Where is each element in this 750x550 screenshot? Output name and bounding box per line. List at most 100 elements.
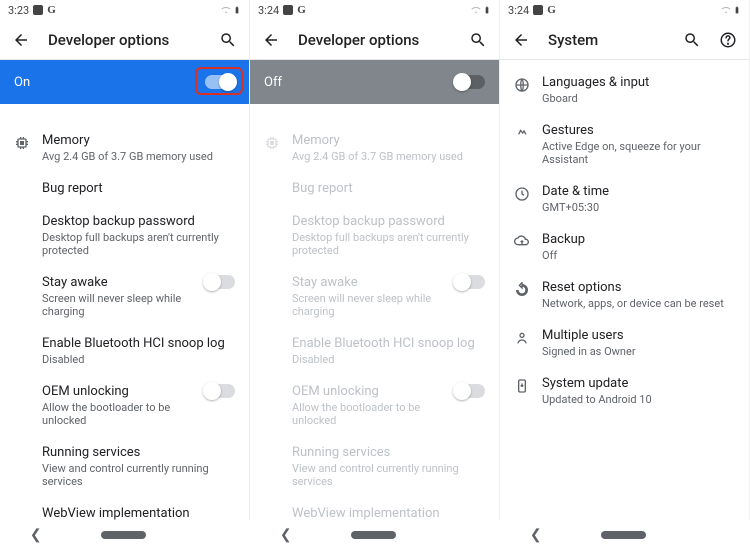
item-title: Desktop backup password [42, 214, 235, 229]
item-subtitle: Screen will never sleep while charging [42, 292, 193, 318]
back-icon[interactable] [262, 31, 280, 49]
item-title: Reset options [542, 280, 735, 295]
page-title: System [548, 31, 665, 49]
list-item[interactable]: Stay awake Screen will never sleep while … [0, 266, 249, 327]
nav-back-icon[interactable]: ❮ [280, 527, 292, 543]
help-icon[interactable] [719, 31, 737, 49]
user-icon [514, 330, 530, 346]
item-title: Bug report [292, 181, 485, 196]
list-item[interactable]: Reset options Network, apps, or device ca… [500, 271, 749, 319]
item-title: Gestures [542, 123, 735, 138]
list-item[interactable]: Desktop backup passwordDesktop full back… [0, 205, 249, 266]
settings-list: Memory Avg 2.4 GB of 3.7 GB memory used B… [250, 124, 499, 550]
list-item[interactable]: Bug report [0, 172, 249, 205]
list-item[interactable]: Date & timeGMT+05:30 [500, 175, 749, 223]
list-item: OEM unlocking Allow the bootloader to be … [250, 375, 499, 436]
item-title: Memory [42, 133, 235, 148]
list-item: Desktop backup passwordDesktop full back… [250, 205, 499, 266]
app-bar: System [500, 20, 749, 60]
switch-icon [455, 75, 485, 89]
list-item: Bug report [250, 172, 499, 205]
status-bar: 3:24 G [250, 0, 499, 20]
list-item[interactable]: BackupOff [500, 223, 749, 271]
backup-icon [514, 234, 530, 250]
item-title: OEM unlocking [292, 384, 443, 399]
clock-icon [514, 186, 530, 202]
item-title: Date & time [542, 184, 735, 199]
search-icon[interactable] [219, 31, 237, 49]
item-title: System update [542, 376, 735, 391]
item-title: Memory [292, 133, 485, 148]
nav-back-icon[interactable]: ❮ [530, 527, 542, 543]
item-subtitle: Active Edge on, squeeze for your Assista… [542, 140, 735, 166]
battery-icon [733, 5, 741, 15]
nav-back-icon[interactable]: ❮ [30, 527, 42, 543]
list-item[interactable]: Memory Avg 2.4 GB of 3.7 GB memory used [0, 124, 249, 172]
item-subtitle: Disabled [292, 353, 485, 366]
item-subtitle: Avg 2.4 GB of 3.7 GB memory used [292, 150, 485, 163]
item-subtitle: Signed in as Owner [542, 345, 735, 358]
list-item[interactable]: Languages & inputGboard [500, 66, 749, 114]
list-item: Enable Bluetooth HCI snoop log Disabled [250, 327, 499, 375]
list-item[interactable]: Enable Bluetooth HCI snoop logDisabled [0, 327, 249, 375]
list-item[interactable]: System update Updated to Android 10 [500, 367, 749, 415]
list-item: Stay awake Screen will never sleep while … [250, 266, 499, 327]
nav-home-pill[interactable] [351, 531, 396, 539]
list-item[interactable]: Multiple users Signed in as Owner [500, 319, 749, 367]
search-icon[interactable] [469, 31, 487, 49]
google-icon: G [297, 4, 306, 16]
list-item[interactable]: Running servicesView and control current… [0, 436, 249, 497]
nav-bar: ❮ [0, 520, 250, 550]
page-title: Developer options [298, 31, 451, 49]
nav-bar: ❮ [500, 520, 750, 550]
switch-icon [205, 75, 235, 89]
toggle-icon[interactable] [205, 275, 235, 289]
master-toggle[interactable]: Off [250, 60, 499, 104]
item-title: Languages & input [542, 75, 735, 90]
nav-bar-row: ❮ ❮ ❮ [0, 520, 750, 550]
search-icon[interactable] [683, 31, 701, 49]
battery-icon [483, 5, 491, 15]
toggle-icon [455, 275, 485, 289]
memory-icon [14, 135, 30, 151]
clock-text: 3:23 [8, 4, 29, 17]
item-title: Multiple users [542, 328, 735, 343]
item-title: WebView implementation [292, 506, 485, 521]
item-subtitle: Allow the bootloader to be unlocked [292, 401, 443, 427]
item-title: Stay awake [292, 275, 443, 290]
item-subtitle: Allow the bootloader to be unlocked [42, 401, 193, 427]
nav-home-pill[interactable] [601, 531, 646, 539]
back-icon[interactable] [12, 31, 30, 49]
item-subtitle: Avg 2.4 GB of 3.7 GB memory used [42, 150, 235, 163]
google-icon: G [47, 4, 56, 16]
item-title: Enable Bluetooth HCI snoop log [42, 336, 235, 351]
list-item[interactable]: Gestures Active Edge on, squeeze for your… [500, 114, 749, 175]
panel-developer-on: 3:23 G Developer options On MemoryAvg 2.… [0, 0, 250, 550]
memory-icon [264, 135, 280, 151]
gestures-icon [514, 125, 530, 141]
wifi-icon [721, 5, 731, 15]
panel-system: 3:24 G System Languages & inputGboard Ge… [500, 0, 750, 550]
item-title: Running services [42, 445, 235, 460]
item-title: Stay awake [42, 275, 193, 290]
nav-home-pill[interactable] [101, 531, 146, 539]
item-title: Enable Bluetooth HCI snoop log [292, 336, 485, 351]
item-subtitle: Updated to Android 10 [542, 393, 735, 406]
back-icon[interactable] [512, 31, 530, 49]
list-item[interactable]: OEM unlockingAllow the bootloader to be … [0, 375, 249, 436]
toggle-icon [455, 384, 485, 398]
update-icon [514, 378, 530, 394]
list-item: Memory Avg 2.4 GB of 3.7 GB memory used [250, 124, 499, 172]
item-subtitle: Desktop full backups aren't currently pr… [292, 231, 485, 257]
reset-icon [514, 282, 530, 298]
language-icon [514, 77, 530, 93]
panel-developer-off: 3:24 G Developer options Off Memory Avg 2… [250, 0, 500, 550]
google-icon: G [547, 4, 556, 16]
master-toggle-label: On [14, 75, 205, 90]
notif-icon [283, 5, 293, 15]
toggle-icon[interactable] [205, 384, 235, 398]
item-subtitle: Screen will never sleep while charging [292, 292, 443, 318]
item-subtitle: Network, apps, or device can be reset [542, 297, 735, 310]
item-title: Running services [292, 445, 485, 460]
master-toggle[interactable]: On [0, 60, 249, 104]
